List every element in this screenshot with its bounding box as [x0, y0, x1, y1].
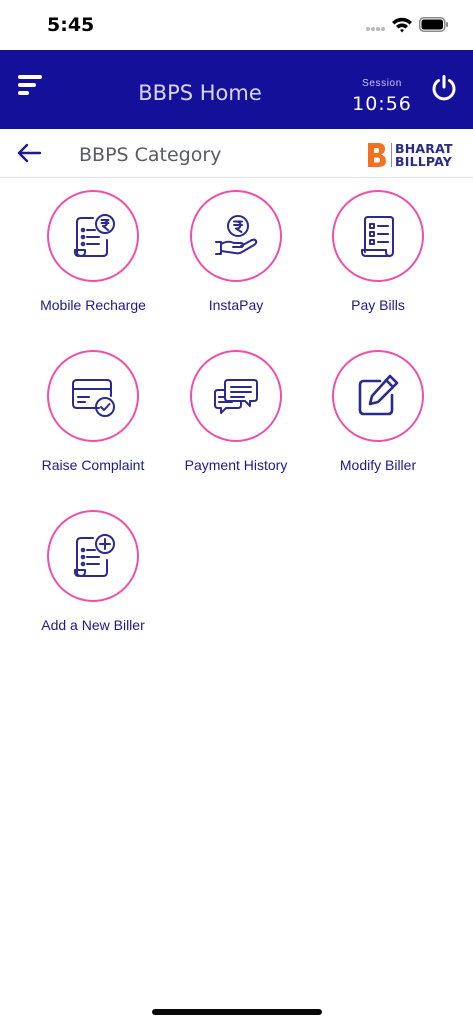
category-modify-biller[interactable]: Modify Biller — [303, 350, 453, 500]
category-raise-complaint[interactable]: Raise Complaint — [18, 350, 168, 500]
category-icon-circle[interactable] — [47, 190, 139, 282]
category-icon-circle[interactable] — [332, 350, 424, 442]
bharat-billpay-b-icon — [368, 143, 386, 167]
back-arrow-icon[interactable] — [16, 143, 42, 163]
edit-icon — [358, 374, 399, 416]
bill-list-icon — [361, 216, 394, 257]
category-add-new-biller[interactable]: Add a New Biller — [18, 510, 168, 660]
page-title: BBPS Home — [138, 81, 262, 105]
battery-icon — [419, 17, 448, 32]
logo-text: BHARAT BILLPAY — [395, 141, 453, 169]
category-icon-circle[interactable] — [190, 190, 282, 282]
session-timer: 10:56 — [352, 93, 412, 115]
category-subheader: BBPS Category BHARAT BILLPAY — [0, 129, 473, 178]
bill-add-icon — [74, 534, 115, 577]
status-bar: 5:45 — [0, 0, 473, 50]
power-icon[interactable] — [430, 74, 458, 102]
category-label[interactable]: Mobile Recharge — [18, 297, 168, 313]
category-label[interactable]: Payment History — [161, 457, 311, 473]
category-label[interactable]: Raise Complaint — [18, 457, 168, 473]
section-title: BBPS Category — [79, 144, 222, 166]
bharat-billpay-logo: BHARAT BILLPAY — [366, 141, 456, 169]
session-label: Session — [362, 78, 402, 89]
category-icon-circle[interactable] — [190, 350, 282, 442]
chat-bubbles-icon — [214, 379, 258, 414]
category-icon-circle[interactable] — [47, 510, 139, 602]
logo-divider — [391, 143, 392, 167]
category-payment-history[interactable]: Payment History — [161, 350, 311, 500]
category-icon-circle[interactable] — [332, 190, 424, 282]
category-label[interactable]: Add a New Biller — [18, 617, 168, 633]
card-check-icon — [72, 379, 115, 417]
category-pay-bills[interactable]: Pay Bills — [303, 190, 453, 340]
category-label[interactable]: Pay Bills — [303, 297, 453, 313]
home-indicator — [152, 1009, 322, 1015]
category-label[interactable]: Modify Biller — [303, 457, 453, 473]
category-label[interactable]: InstaPay — [161, 297, 311, 313]
category-icon-circle[interactable] — [47, 350, 139, 442]
bill-rupee-icon — [74, 214, 115, 257]
app-header: BBPS Home Session 10:56 — [0, 50, 473, 129]
category-mobile-recharge[interactable]: Mobile Recharge — [18, 190, 168, 340]
category-instapay[interactable]: InstaPay — [161, 190, 311, 340]
status-time: 5:45 — [47, 14, 95, 36]
wifi-icon — [392, 17, 412, 33]
cellular-signal-icon — [366, 27, 385, 31]
rupee-hand-icon — [215, 215, 258, 255]
